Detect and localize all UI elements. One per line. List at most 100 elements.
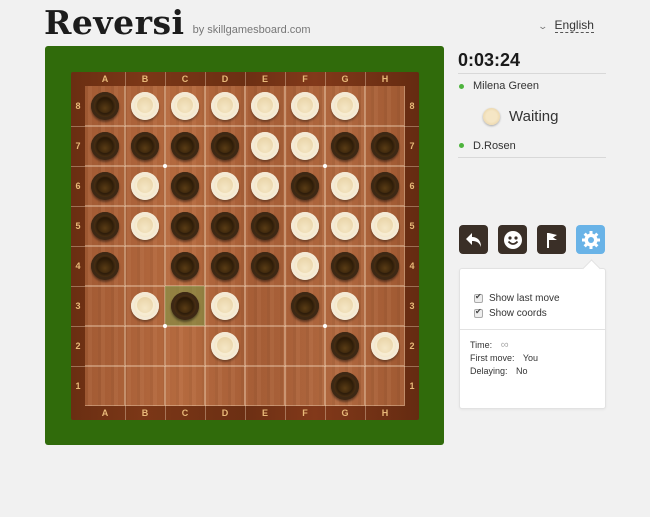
board-cell-c7[interactable] — [165, 126, 205, 166]
board-cell-a4[interactable] — [85, 246, 125, 286]
board-cell-e2[interactable] — [245, 326, 285, 366]
board-cell-f1[interactable] — [285, 366, 325, 406]
board-cell-h5[interactable] — [365, 206, 405, 246]
dark-disc — [211, 212, 239, 240]
dark-disc — [371, 172, 399, 200]
board-cell-b5[interactable] — [125, 206, 165, 246]
board-cell-c2[interactable] — [165, 326, 205, 366]
show-coords-checkbox[interactable]: Show coords — [474, 306, 605, 321]
board-cell-g5[interactable] — [325, 206, 365, 246]
board-cell-d3[interactable] — [205, 286, 245, 326]
board-cell-d8[interactable] — [205, 86, 245, 126]
board-cell-a8[interactable] — [85, 86, 125, 126]
board-cell-b1[interactable] — [125, 366, 165, 406]
board-cell-h4[interactable] — [365, 246, 405, 286]
board-cell-c5[interactable] — [165, 206, 205, 246]
board-cell-h7[interactable] — [365, 126, 405, 166]
board-cell-b2[interactable] — [125, 326, 165, 366]
language-selector[interactable]: ⌄ English — [537, 19, 594, 33]
board-cell-b4[interactable] — [125, 246, 165, 286]
language-label[interactable]: English — [554, 19, 594, 33]
board-cell-h8[interactable] — [365, 86, 405, 126]
row-label-8: 8 — [409, 101, 415, 111]
dark-disc — [331, 372, 359, 400]
board-cell-h2[interactable] — [365, 326, 405, 366]
board-cell-e5[interactable] — [245, 206, 285, 246]
board-cell-c1[interactable] — [165, 366, 205, 406]
undo-button[interactable] — [459, 225, 488, 254]
light-disc — [331, 292, 359, 320]
board-cell-g7[interactable] — [325, 126, 365, 166]
board-cell-f4[interactable] — [285, 246, 325, 286]
board-cell-d6[interactable] — [205, 166, 245, 206]
board-cell-h1[interactable] — [365, 366, 405, 406]
board-cell-f5[interactable] — [285, 206, 325, 246]
dark-disc — [171, 212, 199, 240]
board-cell-d5[interactable] — [205, 206, 245, 246]
board-cell-a1[interactable] — [85, 366, 125, 406]
dark-disc — [171, 252, 199, 280]
board-cell-f7[interactable] — [285, 126, 325, 166]
board-cell-b8[interactable] — [125, 86, 165, 126]
board-cell-e8[interactable] — [245, 86, 285, 126]
board-cell-h6[interactable] — [365, 166, 405, 206]
board-cell-a7[interactable] — [85, 126, 125, 166]
column-label-e: E — [261, 408, 268, 418]
board-cell-c8[interactable] — [165, 86, 205, 126]
board-cell-a3[interactable] — [85, 286, 125, 326]
board-cell-c4[interactable] — [165, 246, 205, 286]
board-cell-a2[interactable] — [85, 326, 125, 366]
board-cell-f6[interactable] — [285, 166, 325, 206]
column-label-b: B — [141, 408, 149, 418]
row-label-1: 1 — [409, 381, 415, 391]
delaying-value: No — [516, 366, 528, 376]
board-cell-b6[interactable] — [125, 166, 165, 206]
board-cell-c6[interactable] — [165, 166, 205, 206]
board-grid — [71, 72, 419, 420]
light-disc — [371, 332, 399, 360]
show-last-move-label: Show last move — [489, 293, 560, 304]
column-label-h: H — [381, 408, 389, 418]
board-cell-b3[interactable] — [125, 286, 165, 326]
board-cell-d2[interactable] — [205, 326, 245, 366]
board-cell-c3[interactable] — [165, 286, 205, 326]
light-disc — [371, 212, 399, 240]
board-cell-e4[interactable] — [245, 246, 285, 286]
show-last-move-checkbox[interactable]: Show last move — [474, 291, 605, 306]
board-cell-e3[interactable] — [245, 286, 285, 326]
dark-disc — [251, 212, 279, 240]
board-cell-d1[interactable] — [205, 366, 245, 406]
row-label-5: 5 — [75, 221, 81, 231]
dark-disc — [131, 132, 159, 160]
board-cell-d7[interactable] — [205, 126, 245, 166]
board-cell-g3[interactable] — [325, 286, 365, 326]
board-cell-g1[interactable] — [325, 366, 365, 406]
board-cell-g2[interactable] — [325, 326, 365, 366]
checkbox-checked-icon[interactable] — [474, 307, 483, 318]
board-cell-e7[interactable] — [245, 126, 285, 166]
board-cell-e1[interactable] — [245, 366, 285, 406]
board-cell-h3[interactable] — [365, 286, 405, 326]
board-cell-g8[interactable] — [325, 86, 365, 126]
first-move-value: You — [522, 353, 539, 363]
checkbox-checked-icon[interactable] — [474, 292, 483, 303]
board-cell-a6[interactable] — [85, 166, 125, 206]
board-cell-a5[interactable] — [85, 206, 125, 246]
light-disc — [291, 212, 319, 240]
board-cell-b7[interactable] — [125, 126, 165, 166]
board-cell-g4[interactable] — [325, 246, 365, 286]
board-cell-g6[interactable] — [325, 166, 365, 206]
emoji-button[interactable] — [498, 225, 527, 254]
board-cell-f8[interactable] — [285, 86, 325, 126]
board-cell-f3[interactable] — [285, 286, 325, 326]
light-disc-icon — [483, 107, 500, 125]
board-cell-f2[interactable] — [285, 326, 325, 366]
resign-button[interactable] — [537, 225, 566, 254]
infinity-icon: ∞ — [500, 339, 509, 351]
dark-disc — [291, 292, 319, 320]
board-cell-d4[interactable] — [205, 246, 245, 286]
settings-button[interactable] — [576, 225, 605, 254]
board-cell-e6[interactable] — [245, 166, 285, 206]
column-label-d: D — [221, 74, 229, 84]
row-label-1: 1 — [75, 381, 81, 391]
